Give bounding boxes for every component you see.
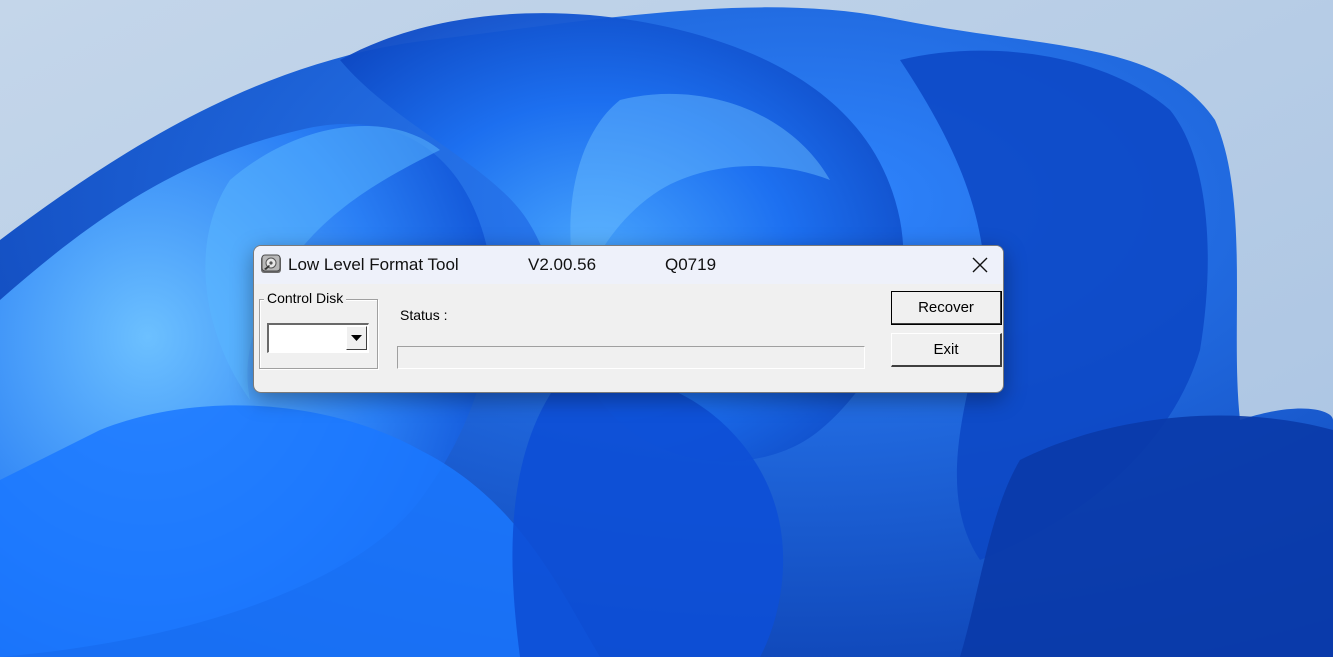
desktop: Low Level Format Tool V2.00.56 Q0719 Con…: [0, 0, 1333, 657]
control-disk-label: Control Disk: [264, 290, 347, 306]
control-disk-dropdown[interactable]: [267, 323, 369, 353]
dropdown-arrow-icon: [351, 335, 362, 341]
close-icon: [972, 257, 988, 273]
close-button[interactable]: [957, 246, 1003, 284]
recover-button[interactable]: Recover: [891, 291, 1002, 325]
status-progress-bar: [397, 346, 865, 369]
exit-button[interactable]: Exit: [891, 333, 1002, 367]
dropdown-arrow-button[interactable]: [346, 326, 367, 350]
low-level-format-tool-window: Low Level Format Tool V2.00.56 Q0719 Con…: [253, 245, 1004, 393]
format-tool-icon: [261, 254, 281, 273]
product-code-label: Q0719: [665, 255, 717, 274]
title-bar[interactable]: Low Level Format Tool V2.00.56 Q0719: [254, 246, 1003, 284]
version-label: V2.00.56: [528, 255, 597, 274]
status-label: Status :: [400, 307, 448, 323]
window-title: Low Level Format Tool: [288, 255, 459, 274]
